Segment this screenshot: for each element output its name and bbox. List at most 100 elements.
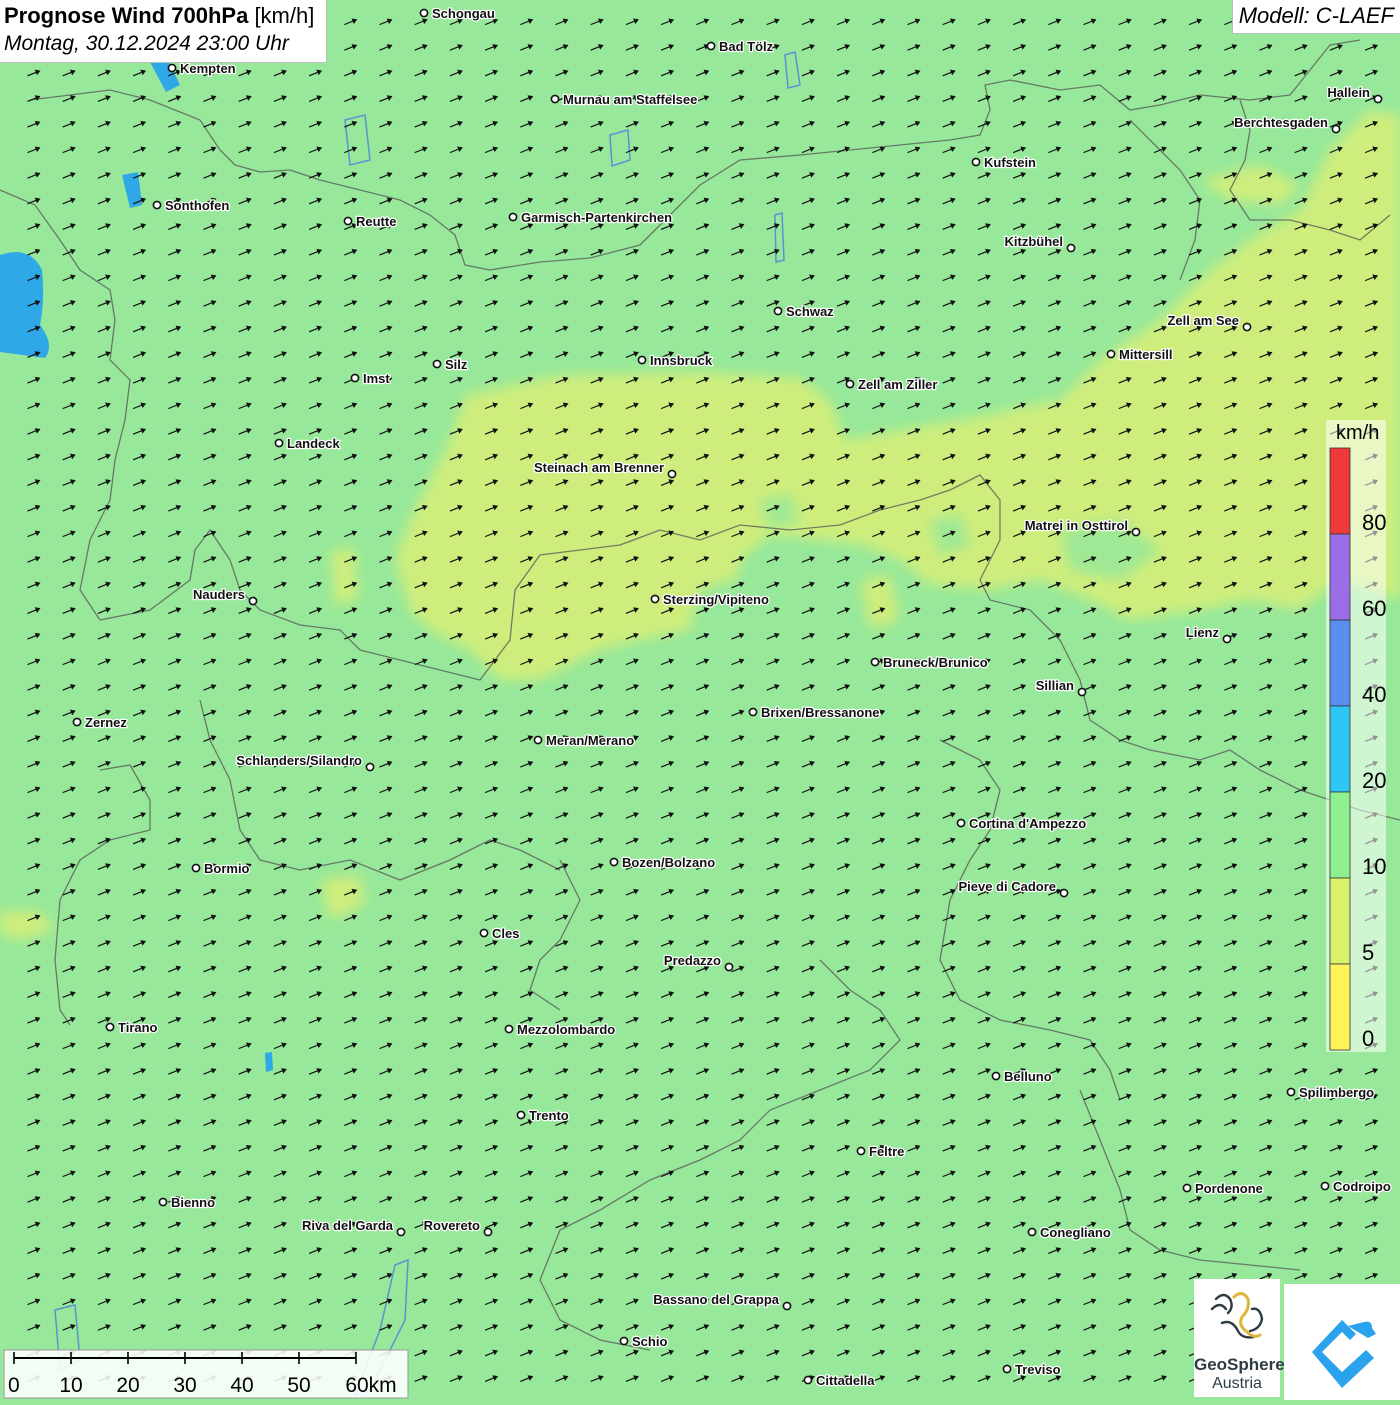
city-label: Nauders [193,587,245,602]
city-label: Kempten [180,61,236,76]
legend-tick-label: 20 [1362,768,1386,793]
legend-tick-label: 60 [1362,596,1386,621]
city-dot [350,373,360,383]
scale-bar: 0 10 20 30 40 50 60km [3,1349,409,1399]
legend-colorbar: 80 60 40 20 10 5 0 [1329,447,1386,1051]
city-dot [619,1336,629,1346]
city-dot [1373,94,1383,104]
city-marker[interactable]: Steinach am Brenner [533,459,677,479]
geosphere-logo-icon [1210,1292,1264,1339]
legend-color-step [1329,963,1351,1051]
city-marker[interactable]: Riva del Garda [301,1217,406,1237]
city-dot [1131,527,1141,537]
city-marker[interactable]: Zell am See [1166,312,1252,332]
city-dot [158,1197,168,1207]
city-label: Mittersill [1119,347,1172,362]
city-label: Schongau [432,6,495,21]
city-marker[interactable]: Spilimbergo [1286,1084,1375,1101]
city-marker[interactable]: Bruneck/Brunico [870,654,989,671]
city-dot [396,1227,406,1237]
city-label: Reutte [356,214,396,229]
city-label: Sonthofen [165,198,229,213]
city-marker[interactable]: Sterzing/Vipiteno [650,591,770,608]
city-label: Spilimbergo [1299,1085,1374,1100]
city-marker[interactable]: Garmisch-Partenkirchen [508,209,673,226]
city-dot [419,8,429,18]
city-label: Garmisch-Partenkirchen [521,210,672,225]
city-label: Mezzolombardo [517,1022,615,1037]
legend-color-step [1329,705,1351,793]
city-marker[interactable]: Brixen/Bressanone [748,704,881,721]
city-dot [706,41,716,51]
wind-forecast-map[interactable]: Schongau Bad Tölz Kempten Murnau am Staffel… [0,0,1400,1400]
legend-color-step [1329,447,1351,535]
city-marker[interactable]: Matrei in Osttirol [1023,517,1141,537]
scale-tick-label: 0 [8,1374,20,1397]
city-marker[interactable]: Pordenone [1182,1180,1264,1197]
city-dot [516,1110,526,1120]
city-dot [1077,687,1087,697]
city-marker[interactable]: Cittadella [803,1372,877,1389]
city-dot [191,863,201,873]
city-dot [870,657,880,667]
city-label: Riva del Garda [302,1218,394,1233]
city-label: Hallein [1327,85,1370,100]
geosphere-logo-line1: GeoSphere [1194,1355,1285,1374]
city-dot [508,212,518,222]
city-label: Kufstein [984,155,1036,170]
city-marker[interactable]: Meran/Merano [533,732,635,749]
geosphere-logo: GeoSphere Austria [1194,1279,1285,1397]
city-dot [609,857,619,867]
city-marker[interactable]: Murnau am Staffelsee [550,91,699,108]
city-label: Imst [363,371,390,386]
city-dot [248,596,258,606]
city-dot [773,306,783,316]
city-dot [650,594,660,604]
city-label: Cortina d'Ampezzo [969,816,1086,831]
scale-tick-label: 30 [173,1374,196,1397]
city-label: Brixen/Bressanone [761,705,880,720]
city-marker[interactable]: Pieve di Cadore [957,878,1069,898]
city-label: Tirano [118,1020,158,1035]
city-dot [72,717,82,727]
city-label: Trento [529,1108,569,1123]
city-label: Berchtesgaden [1234,115,1328,130]
city-marker[interactable]: Berchtesgaden [1233,114,1341,134]
city-marker[interactable]: Bassano del Grappa [652,1291,792,1311]
city-marker[interactable]: Cortina d'Ampezzo [956,815,1088,832]
city-label: Zell am See [1167,313,1239,328]
city-label: Feltre [869,1144,904,1159]
city-label: Sillian [1036,678,1074,693]
city-marker[interactable]: Schongau [419,5,496,22]
city-dot [856,1146,866,1156]
city-label: Innsbruck [650,353,713,368]
forecast-datetime: Montag, 30.12.2024 23:00 Uhr [4,32,289,55]
city-dot [1066,243,1076,253]
city-dot [1320,1181,1330,1191]
city-dot [483,1227,493,1237]
city-dot [1331,124,1341,134]
app-logo[interactable] [1284,1284,1400,1400]
city-dot [504,1024,514,1034]
city-label: Steinach am Brenner [534,460,664,475]
city-marker[interactable]: Conegliano [1027,1224,1112,1241]
city-dot [432,359,442,369]
city-marker[interactable]: Bozen/Bolzano [609,854,716,871]
city-label: Bienno [171,1195,215,1210]
city-dot [991,1071,1001,1081]
city-marker[interactable]: Sonthofen [152,197,231,214]
legend-color-step [1329,533,1351,621]
city-dot [167,63,177,73]
city-dot [637,355,647,365]
app-logo-icon [1312,1320,1376,1388]
legend-tick-label: 0 [1362,1026,1374,1051]
city-label: Cles [492,926,519,941]
scale-tick-label: 50 [287,1374,310,1397]
city-marker[interactable]: Mezzolombardo [504,1021,617,1038]
legend-tick-label: 5 [1362,940,1374,965]
city-marker[interactable]: Zell am Ziller [845,376,939,393]
city-label: Lienz [1186,625,1220,640]
city-dot [845,379,855,389]
city-marker[interactable]: Innsbruck [637,352,714,369]
city-marker[interactable]: Schlanders/Silandro [235,752,375,772]
